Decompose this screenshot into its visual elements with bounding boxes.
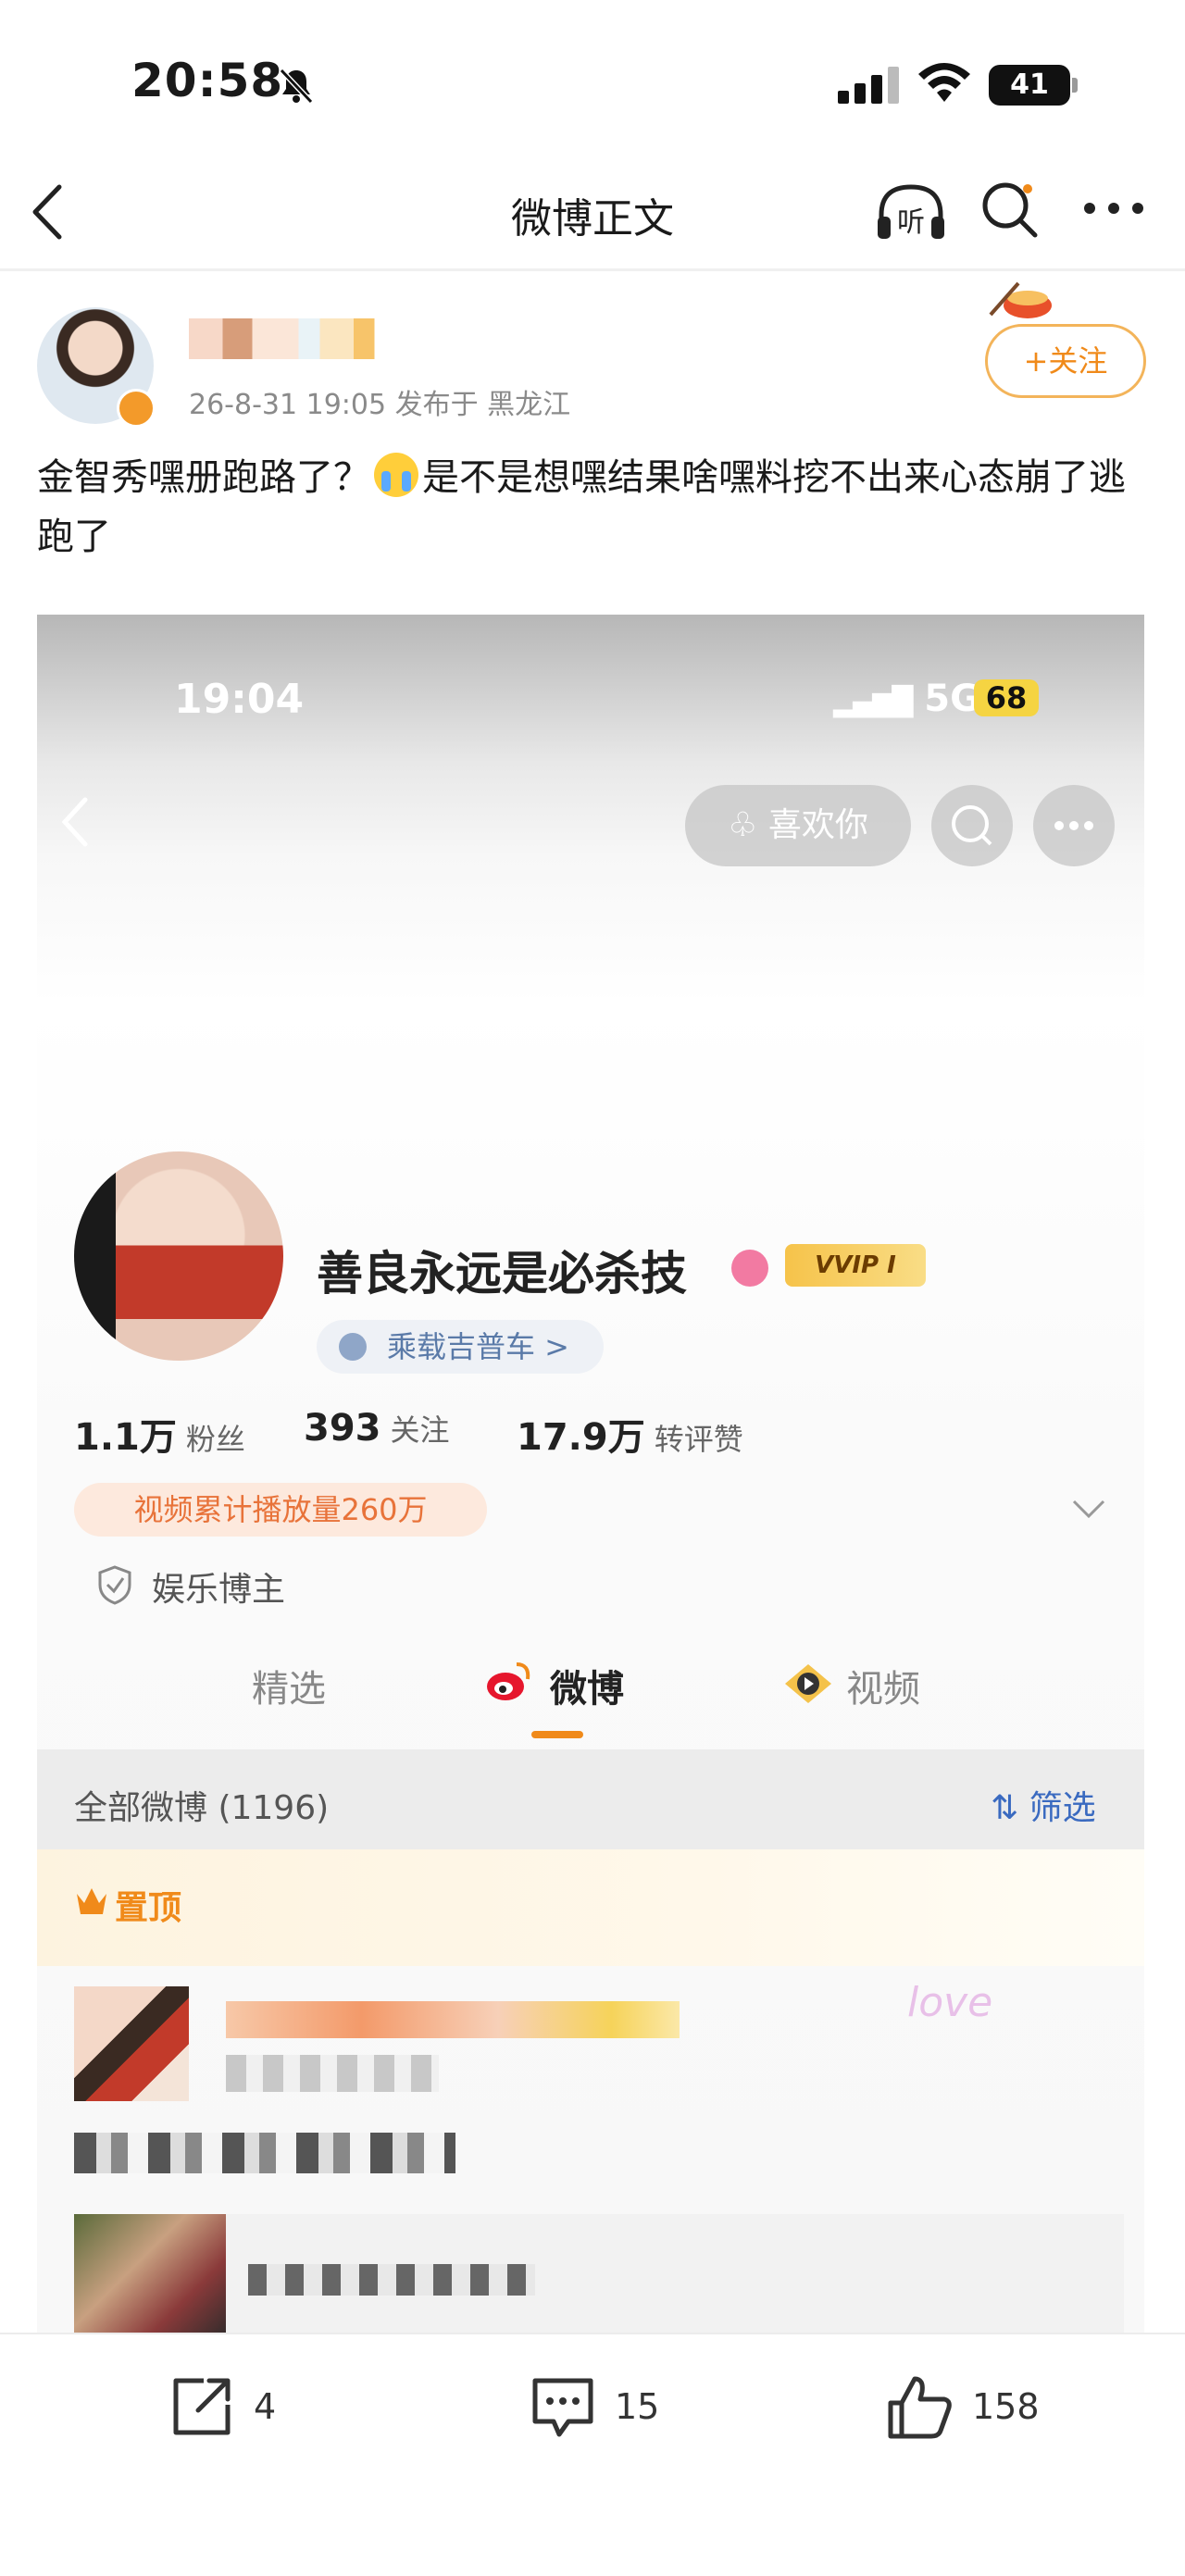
like-icon[interactable] [885, 2371, 955, 2442]
image-post-text-blurred [74, 2133, 455, 2173]
image-battery: 68 [974, 679, 1039, 716]
image-profile-name: 善良永远是必杀技 [317, 1247, 687, 1300]
post-body: 金智秀嘿册跑路了？ 是不是想嘿结果啥嘿料挖不出来心态崩了逃跑了 [37, 448, 1148, 566]
wifi-icon [918, 63, 970, 102]
image-play-count: 视频累计播放量260万 [74, 1483, 487, 1537]
image-gender-icon [731, 1250, 768, 1287]
image-crown-icon [77, 1888, 106, 1914]
image-network: ▂▄▆█ 5G [833, 678, 980, 720]
post-text-part1: 金智秀嘿册跑路了？ [37, 456, 370, 499]
image-filter: ⇅ 筛选 [991, 1789, 1096, 1827]
post-author-name-blurred[interactable] [189, 318, 400, 359]
image-status-time: 19:04 [174, 676, 305, 723]
image-stat-interactions: 17.9万 转评赞 [517, 1416, 743, 1459]
image-like-you-button: ♧ 喜欢你 [685, 785, 911, 866]
image-vvip-badge: VVIP Ⅰ [785, 1244, 926, 1287]
image-tab-video: 视频 [846, 1668, 920, 1711]
image-stat-following: 393 关注 [304, 1407, 450, 1450]
share-count[interactable]: 4 [254, 2386, 276, 2427]
nav-divider [0, 268, 1185, 271]
image-more-icon [1033, 785, 1115, 866]
image-weibo-logo-icon [487, 1662, 530, 1700]
battery-cap [1072, 78, 1078, 93]
image-all-weibo-count: 全部微博 (1196) [74, 1789, 330, 1827]
comment-icon[interactable] [528, 2371, 598, 2442]
image-post-thumbnail-blurred [74, 2214, 226, 2336]
image-post-avatar-blurred [74, 1986, 189, 2101]
image-pinned-banner [37, 1849, 1144, 1966]
image-post-name-blurred [226, 2001, 680, 2038]
image-tab-featured: 精选 [252, 1668, 326, 1711]
comment-count[interactable]: 15 [615, 2386, 659, 2427]
battery-level: 41 [989, 65, 1070, 106]
image-love-decoration: love [907, 1979, 993, 2026]
cell-signal-icon [838, 67, 899, 104]
bell-muted-icon [279, 68, 314, 105]
image-search-icon [931, 785, 1013, 866]
image-back-icon [61, 797, 88, 847]
verified-badge-icon [117, 389, 156, 428]
like-count[interactable]: 158 [972, 2386, 1040, 2427]
image-post-meta-blurred [226, 2055, 439, 2092]
post-meta: 26-8-31 19:05 发布于 黑龙江 [189, 389, 571, 421]
follow-button[interactable]: +关注 [985, 324, 1146, 398]
search-icon[interactable] [979, 180, 1041, 241]
image-tab-weibo: 微博 [550, 1668, 624, 1711]
image-shield-icon [98, 1565, 131, 1605]
crying-emoji-icon [374, 453, 418, 497]
listen-icon[interactable]: 听 [874, 178, 948, 243]
image-tab-indicator [531, 1731, 583, 1738]
share-icon[interactable] [167, 2371, 237, 2442]
svg-text:听: 听 [897, 206, 925, 239]
post-image[interactable]: 19:04 ▂▄▆█ 5G 68 ♧ 喜欢你 善良永远是必杀技 VVIP Ⅰ 乘… [37, 615, 1144, 2336]
status-time: 20:58 [131, 54, 284, 107]
image-stat-fans: 1.1万 粉丝 [74, 1416, 245, 1459]
image-pinned-label: 置顶 [115, 1889, 182, 1927]
image-profile-avatar-blurred [74, 1151, 283, 1361]
image-category-tag: 娱乐博主 [152, 1571, 286, 1609]
bottom-toolbar [0, 2333, 1185, 2576]
image-video-icon [785, 1664, 831, 1703]
more-icon[interactable] [1083, 202, 1144, 215]
image-chevron-down-icon [1072, 1500, 1105, 1519]
image-clover-icon [339, 1333, 367, 1361]
hotpot-decoration-icon [989, 281, 1052, 318]
image-post-quote-blurred [226, 2214, 1124, 2336]
